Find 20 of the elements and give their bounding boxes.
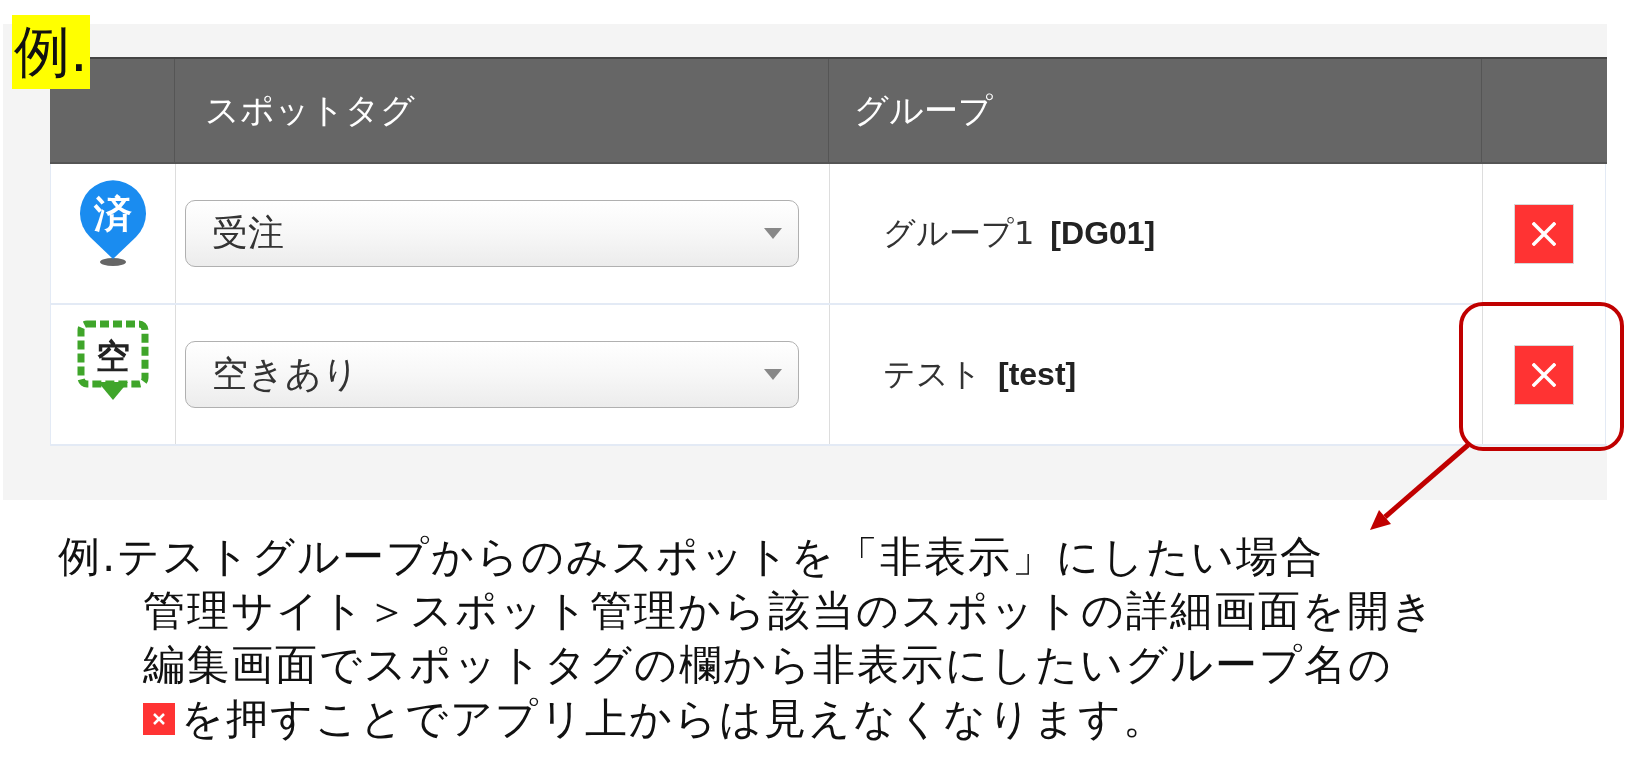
close-icon — [143, 703, 175, 735]
column-header: スポットタグ — [205, 88, 415, 132]
delete-button[interactable] — [1514, 344, 1574, 405]
note-line: 管理サイト＞スポット管理から該当のスポットの詳細画面を開き — [143, 585, 1436, 637]
delete-button[interactable] — [1514, 203, 1574, 264]
spot-tag-dropdown[interactable]: 空きあり — [185, 341, 799, 408]
group-name: グループ1 — [883, 212, 1035, 254]
close-icon — [1532, 221, 1556, 246]
note-heading: 例.テストグループからのみスポットを「非表示」にしたい場合 — [58, 531, 1325, 583]
close-icon — [1532, 362, 1556, 387]
example-label: 例. — [12, 15, 90, 89]
caret-icon — [764, 369, 782, 380]
column-header: グループ — [854, 88, 993, 132]
group-code: [test] — [998, 356, 1077, 393]
note-line: を押すことでアプリ上からは見えなくなります。 — [181, 693, 1167, 745]
group-name: テスト — [883, 353, 982, 395]
group-code: [DG01] — [1050, 215, 1156, 252]
caret-icon — [764, 228, 782, 239]
spot-tag-dropdown[interactable]: 受注 — [185, 200, 799, 267]
note-line: 編集画面でスポットタグの欄から非表示にしたいグループ名の — [143, 639, 1393, 691]
